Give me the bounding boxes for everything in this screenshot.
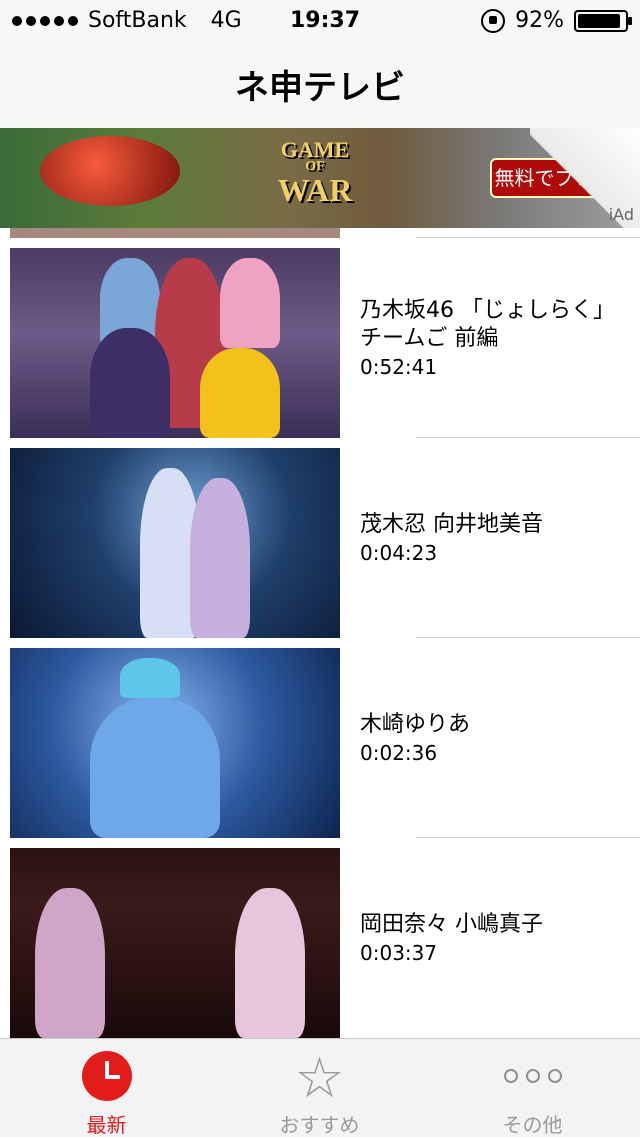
ad-logo-bottom: WAR (277, 172, 353, 208)
video-thumbnail[interactable] (10, 648, 340, 838)
status-left: SoftBank 4G (12, 8, 242, 33)
video-thumbnail[interactable] (10, 848, 340, 1038)
video-duration: 0:52:41 (360, 355, 438, 379)
video-title: 乃木坂46 「じょしらく」チームご 前編 (360, 298, 604, 351)
navigation-bar: ネ申テレビ (0, 40, 640, 128)
clock-icon (81, 1051, 132, 1101)
video-list[interactable]: 乃木坂46 「じょしらく」チームご 前編 0:52:41 茂木忍 向井地美音 0… (0, 228, 640, 1038)
video-info: 茂木忍 向井地美音 0:04:23 (360, 438, 610, 638)
video-row[interactable]: 木崎ゆりあ 0:02:36 (0, 638, 640, 838)
ad-logo-mid: OF (305, 159, 325, 174)
video-title: 岡田奈々 小嶋真子 (360, 912, 543, 937)
carrier-name: SoftBank (88, 8, 187, 33)
video-thumbnail[interactable] (10, 248, 340, 438)
video-title: 木崎ゆりあ (360, 712, 471, 737)
tab-latest[interactable]: 最新 (0, 1039, 213, 1137)
video-duration: 0:03:37 (360, 941, 438, 965)
video-duration: 0:04:23 (360, 541, 438, 565)
ad-game-logo: GAME OF WAR (260, 138, 370, 218)
tab-recommended[interactable]: ☆ おすすめ (213, 1039, 426, 1138)
video-row[interactable]: 茂木忍 向井地美音 0:04:23 (0, 438, 640, 638)
video-title: 茂木忍 向井地美音 (360, 512, 543, 537)
tab-more-label: その他 (502, 1113, 563, 1137)
video-row[interactable]: 岡田奈々 小嶋真子 0:03:37 (0, 838, 640, 1038)
status-right: 92% (481, 8, 632, 33)
video-info: 乃木坂46 「じょしらく」チームご 前編 0:52:41 (360, 238, 610, 438)
status-bar: SoftBank 4G 19:37 92% (0, 0, 640, 40)
video-duration: 0:02:36 (360, 741, 438, 765)
video-info: 岡田奈々 小嶋真子 0:03:37 (360, 838, 610, 1038)
status-time: 19:37 (290, 8, 361, 33)
previous-thumbnail-edge (10, 228, 340, 238)
video-info: 木崎ゆりあ 0:02:36 (360, 638, 610, 838)
network-type: 4G (210, 8, 242, 33)
battery-icon (574, 9, 632, 32)
signal-strength-icon (12, 15, 78, 26)
star-icon: ☆ (294, 1046, 345, 1111)
video-thumbnail[interactable] (10, 448, 340, 638)
ad-banner[interactable]: GAME OF WAR 無料でプレイ iAd (0, 128, 640, 228)
page-title: ネ申テレビ (235, 68, 405, 108)
video-row[interactable]: 乃木坂46 「じょしらく」チームご 前編 0:52:41 (0, 238, 640, 438)
battery-percent: 92% (515, 8, 564, 33)
tab-bar: 最新 ☆ おすすめ その他 (0, 1038, 640, 1137)
ad-dragon-image (40, 136, 180, 206)
tab-more[interactable]: その他 (426, 1039, 639, 1137)
iad-label: iAd (608, 205, 634, 224)
tab-latest-label: 最新 (86, 1113, 127, 1137)
tab-recommended-label: おすすめ (279, 1113, 360, 1137)
orientation-lock-icon (481, 8, 506, 33)
more-icon (503, 1069, 562, 1083)
